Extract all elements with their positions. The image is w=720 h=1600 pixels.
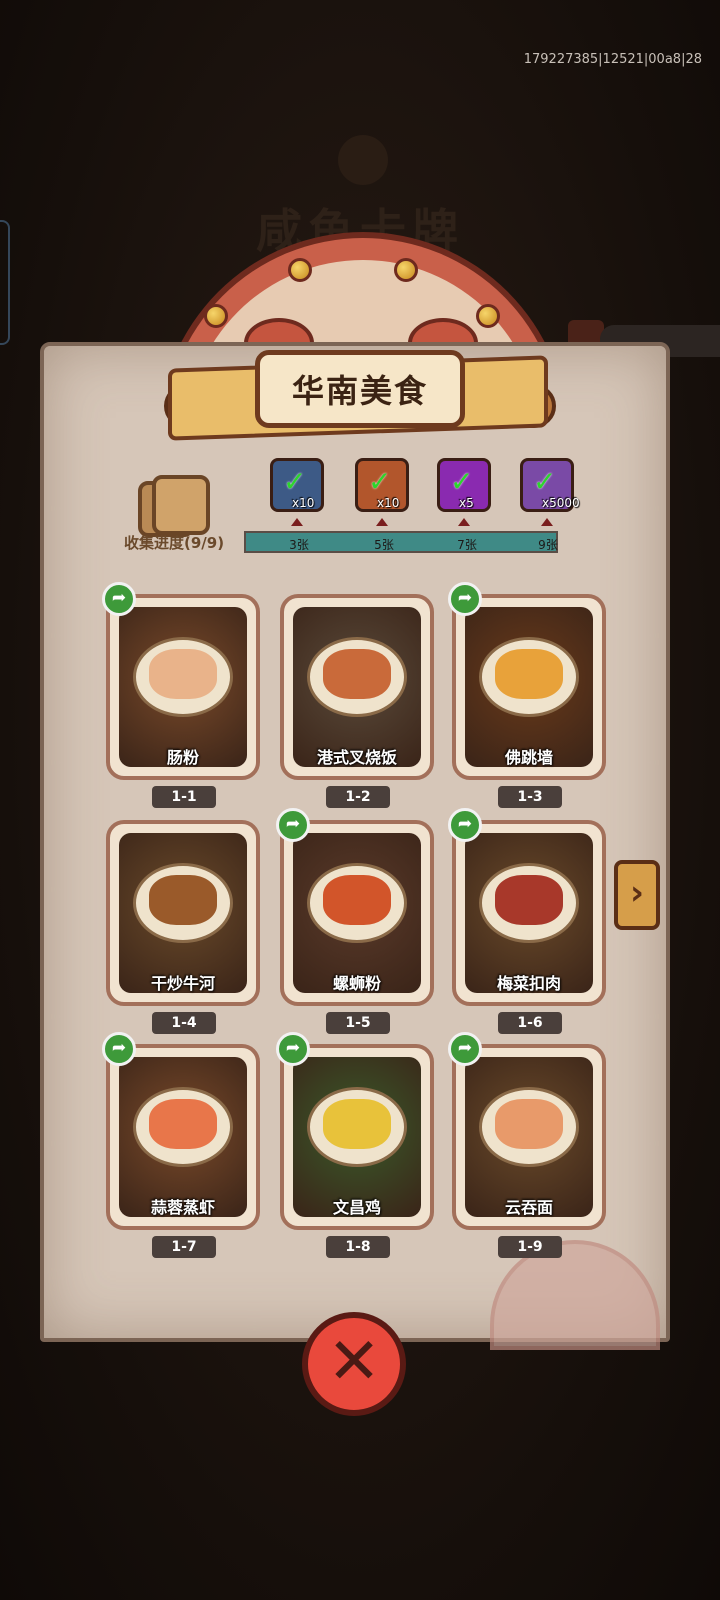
card-number-tag: 1-2 — [326, 786, 390, 808]
food-icon — [149, 875, 217, 925]
card-frame: 梅菜扣肉 — [452, 820, 606, 1006]
check-icon: ✓ — [450, 465, 474, 498]
food-icon — [323, 875, 391, 925]
food-illustration — [293, 607, 421, 767]
next-page-arrow-icon[interactable]: › — [614, 860, 660, 930]
food-card[interactable]: 肠粉 1-1 ➦ — [102, 582, 266, 808]
share-icon[interactable]: ➦ — [448, 582, 482, 616]
food-card[interactable]: 云吞面 1-9 ➦ — [448, 1032, 612, 1258]
food-illustration — [465, 607, 593, 767]
collect-progress-bar: 3张 5张 7张 9张 — [244, 531, 558, 553]
food-icon — [323, 649, 391, 699]
share-icon[interactable]: ➦ — [448, 1032, 482, 1066]
food-icon — [149, 1099, 217, 1149]
card-frame: 港式叉烧饭 — [280, 594, 434, 780]
card-frame: 蒜蓉蒸虾 — [106, 1044, 260, 1230]
card-name: 蒜蓉蒸虾 — [150, 1198, 215, 1217]
food-card[interactable]: 梅菜扣肉 1-6 ➦ — [448, 808, 612, 1034]
card-frame: 云吞面 — [452, 1044, 606, 1230]
card-stack-icon — [138, 475, 212, 537]
card-name: 文昌鸡 — [332, 1198, 381, 1217]
card-name: 梅菜扣肉 — [496, 974, 561, 993]
card-number-tag: 1-4 — [152, 1012, 216, 1034]
milestone-reward-1[interactable]: ✓ x10 — [270, 458, 324, 526]
card-number-tag: 1-5 — [326, 1012, 390, 1034]
card-name: 港式叉烧饭 — [316, 748, 397, 767]
card-number-tag: 1-1 — [152, 786, 216, 808]
food-illustration — [465, 833, 593, 993]
side-tab[interactable] — [0, 220, 10, 345]
card-number-tag: 1-9 — [498, 1236, 562, 1258]
card-frame: 文昌鸡 — [280, 1044, 434, 1230]
food-card[interactable]: 佛跳墙 1-3 ➦ — [448, 582, 612, 808]
milestone-label: 5张 — [374, 538, 394, 552]
milestone-label: 3张 — [289, 538, 309, 552]
share-icon[interactable]: ➦ — [276, 808, 310, 842]
food-illustration — [119, 833, 247, 993]
close-button[interactable]: ✕ — [302, 1312, 406, 1416]
food-illustration — [119, 1057, 247, 1217]
card-name: 云吞面 — [504, 1198, 553, 1217]
share-icon[interactable]: ➦ — [102, 582, 136, 616]
share-icon[interactable]: ➦ — [448, 808, 482, 842]
food-illustration — [465, 1057, 593, 1217]
check-icon: ✓ — [283, 465, 307, 498]
page-title: 华南美食 — [255, 350, 465, 428]
card-number-tag: 1-8 — [326, 1236, 390, 1258]
collect-progress-label: 收集进度(9/9) — [124, 534, 225, 552]
card-frame: 干炒牛河 — [106, 820, 260, 1006]
food-illustration — [119, 607, 247, 767]
food-card[interactable]: 港式叉烧饭 1-2 — [280, 594, 440, 808]
food-icon — [495, 649, 563, 699]
food-card[interactable]: 文昌鸡 1-8 ➦ — [276, 1032, 440, 1258]
food-card[interactable]: 干炒牛河 1-4 — [106, 820, 266, 1034]
food-icon — [323, 1099, 391, 1149]
food-icon — [149, 649, 217, 699]
debug-info: 179227385|12521|00a8|28 — [523, 52, 702, 67]
food-illustration — [293, 1057, 421, 1217]
milestone-reward-4[interactable]: ✓ x5000 — [520, 458, 580, 526]
card-name: 干炒牛河 — [150, 974, 215, 993]
milestone-reward-3[interactable]: ✓ x5 — [437, 458, 491, 526]
food-card[interactable]: 螺蛳粉 1-5 ➦ — [276, 808, 440, 1034]
card-number-tag: 1-7 — [152, 1236, 216, 1258]
milestone-reward-2[interactable]: ✓ x10 — [355, 458, 409, 526]
milestone-label: 7张 — [457, 538, 477, 552]
food-icon — [495, 1099, 563, 1149]
stud-icon — [288, 258, 312, 282]
check-icon: ✓ — [368, 465, 392, 498]
stud-icon — [476, 304, 500, 328]
card-number-tag: 1-3 — [498, 786, 562, 808]
food-card[interactable]: 蒜蓉蒸虾 1-7 ➦ — [102, 1032, 266, 1258]
check-icon: ✓ — [533, 465, 557, 498]
card-frame: 螺蛳粉 — [280, 820, 434, 1006]
stud-icon — [394, 258, 418, 282]
share-icon[interactable]: ➦ — [276, 1032, 310, 1066]
card-name: 螺蛳粉 — [332, 974, 381, 993]
card-frame: 肠粉 — [106, 594, 260, 780]
card-name: 佛跳墙 — [504, 748, 553, 767]
background-emblem-icon — [338, 135, 388, 185]
card-number-tag: 1-6 — [498, 1012, 562, 1034]
food-icon — [495, 875, 563, 925]
card-name: 肠粉 — [166, 748, 199, 767]
food-illustration — [293, 833, 421, 993]
milestone-label: 9张 — [538, 538, 558, 552]
stud-icon — [204, 304, 228, 328]
share-icon[interactable]: ➦ — [102, 1032, 136, 1066]
card-frame: 佛跳墙 — [452, 594, 606, 780]
